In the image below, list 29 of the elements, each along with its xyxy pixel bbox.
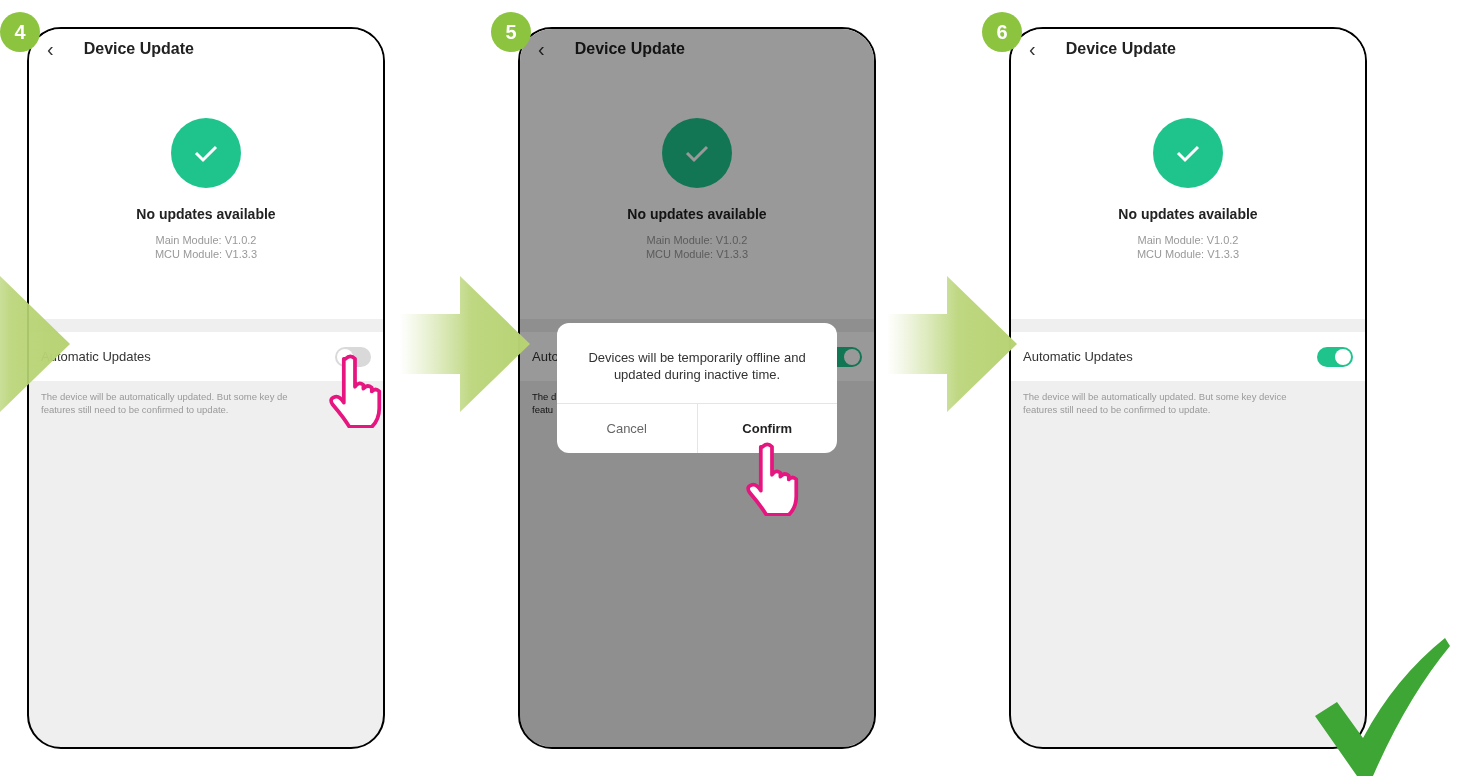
step-badge: 6: [982, 12, 1022, 52]
setting-description: features still need to be confirmed to update.: [41, 403, 230, 416]
step-badge: 4: [0, 12, 40, 52]
confirm-button[interactable]: Confirm: [697, 404, 837, 453]
back-button[interactable]: ‹: [538, 39, 545, 59]
cancel-button[interactable]: Cancel: [557, 404, 698, 453]
module-version: MCU Module: V1.3.3: [1136, 247, 1240, 261]
screen-title: Device Update: [574, 39, 685, 59]
setting-description: The device will be automatically updated. But some key de: [41, 390, 289, 403]
screen-title: Device Update: [83, 39, 194, 59]
setting-description: features still need to be confirmed to update.: [1023, 403, 1212, 416]
setting-label: Automatic Updates: [1023, 347, 1133, 366]
status-text: No updates available: [627, 205, 767, 224]
module-version: Main Module: V1.0.2: [646, 233, 748, 247]
dialog-message: Devices will be temporarily offline and updated during inactive time.: [587, 349, 807, 384]
module-version: MCU Module: V1.3.3: [645, 247, 749, 261]
toggle-switch[interactable]: [1317, 346, 1353, 367]
status-text: No updates available: [1118, 205, 1258, 224]
step-badge: 5: [491, 12, 531, 52]
status-text: No updates available: [136, 205, 276, 224]
setting-description: The device will be automatically updated. But some key device: [1023, 390, 1288, 403]
back-button[interactable]: ‹: [1029, 39, 1036, 59]
module-version: Main Module: V1.0.2: [1137, 233, 1239, 247]
back-button[interactable]: ‹: [47, 39, 54, 59]
screen-title: Device Update: [1065, 39, 1176, 59]
setting-description: The d: [532, 390, 558, 403]
module-version: MCU Module: V1.3.3: [154, 247, 258, 261]
module-version: Main Module: V1.0.2: [155, 233, 257, 247]
setting-description: featu: [532, 403, 555, 416]
